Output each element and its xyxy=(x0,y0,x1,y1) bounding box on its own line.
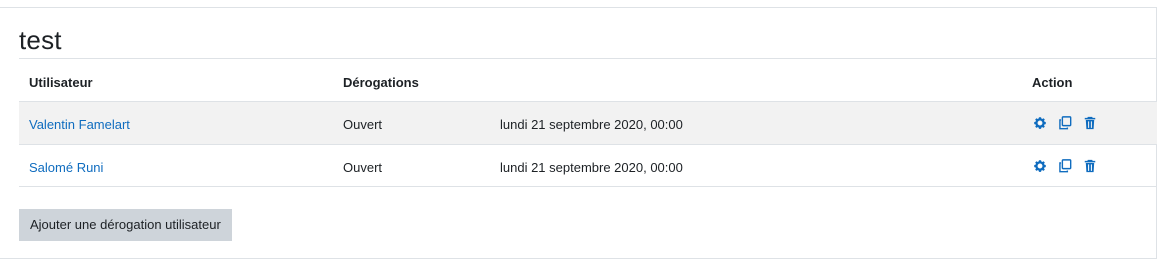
table-row: Salomé Runi Ouvert lundi 21 septembre 20… xyxy=(19,144,1157,187)
overrides-table: Utilisateur Dérogations Action Valentin … xyxy=(19,58,1157,187)
page-title: test xyxy=(19,25,62,55)
trash-icon[interactable] xyxy=(1083,159,1097,173)
gear-icon[interactable] xyxy=(1033,159,1047,173)
header-user: Utilisateur xyxy=(29,75,93,90)
trash-icon[interactable] xyxy=(1083,116,1097,130)
user-cell: Valentin Famelart xyxy=(29,117,130,132)
table-row: Valentin Famelart Ouvert lundi 21 septem… xyxy=(19,101,1157,144)
status-cell: Ouvert xyxy=(343,160,383,175)
header-action: Action xyxy=(1032,75,1073,90)
user-link[interactable]: Valentin Famelart xyxy=(29,117,130,132)
status-cell: Ouvert xyxy=(343,117,383,132)
header-overrides: Dérogations xyxy=(343,75,419,90)
user-cell: Salomé Runi xyxy=(29,160,103,175)
add-user-override-button[interactable]: Ajouter une dérogation utilisateur xyxy=(19,209,232,241)
table-header-row: Utilisateur Dérogations Action xyxy=(19,58,1157,101)
copy-icon[interactable] xyxy=(1058,116,1072,130)
date-cell: lundi 21 septembre 2020, 00:00 xyxy=(500,160,683,175)
date-cell: lundi 21 septembre 2020, 00:00 xyxy=(500,117,683,132)
copy-icon[interactable] xyxy=(1058,159,1072,173)
action-icons xyxy=(1033,159,1097,173)
gear-icon[interactable] xyxy=(1033,116,1047,130)
user-link[interactable]: Salomé Runi xyxy=(29,160,103,175)
action-icons xyxy=(1033,116,1097,130)
